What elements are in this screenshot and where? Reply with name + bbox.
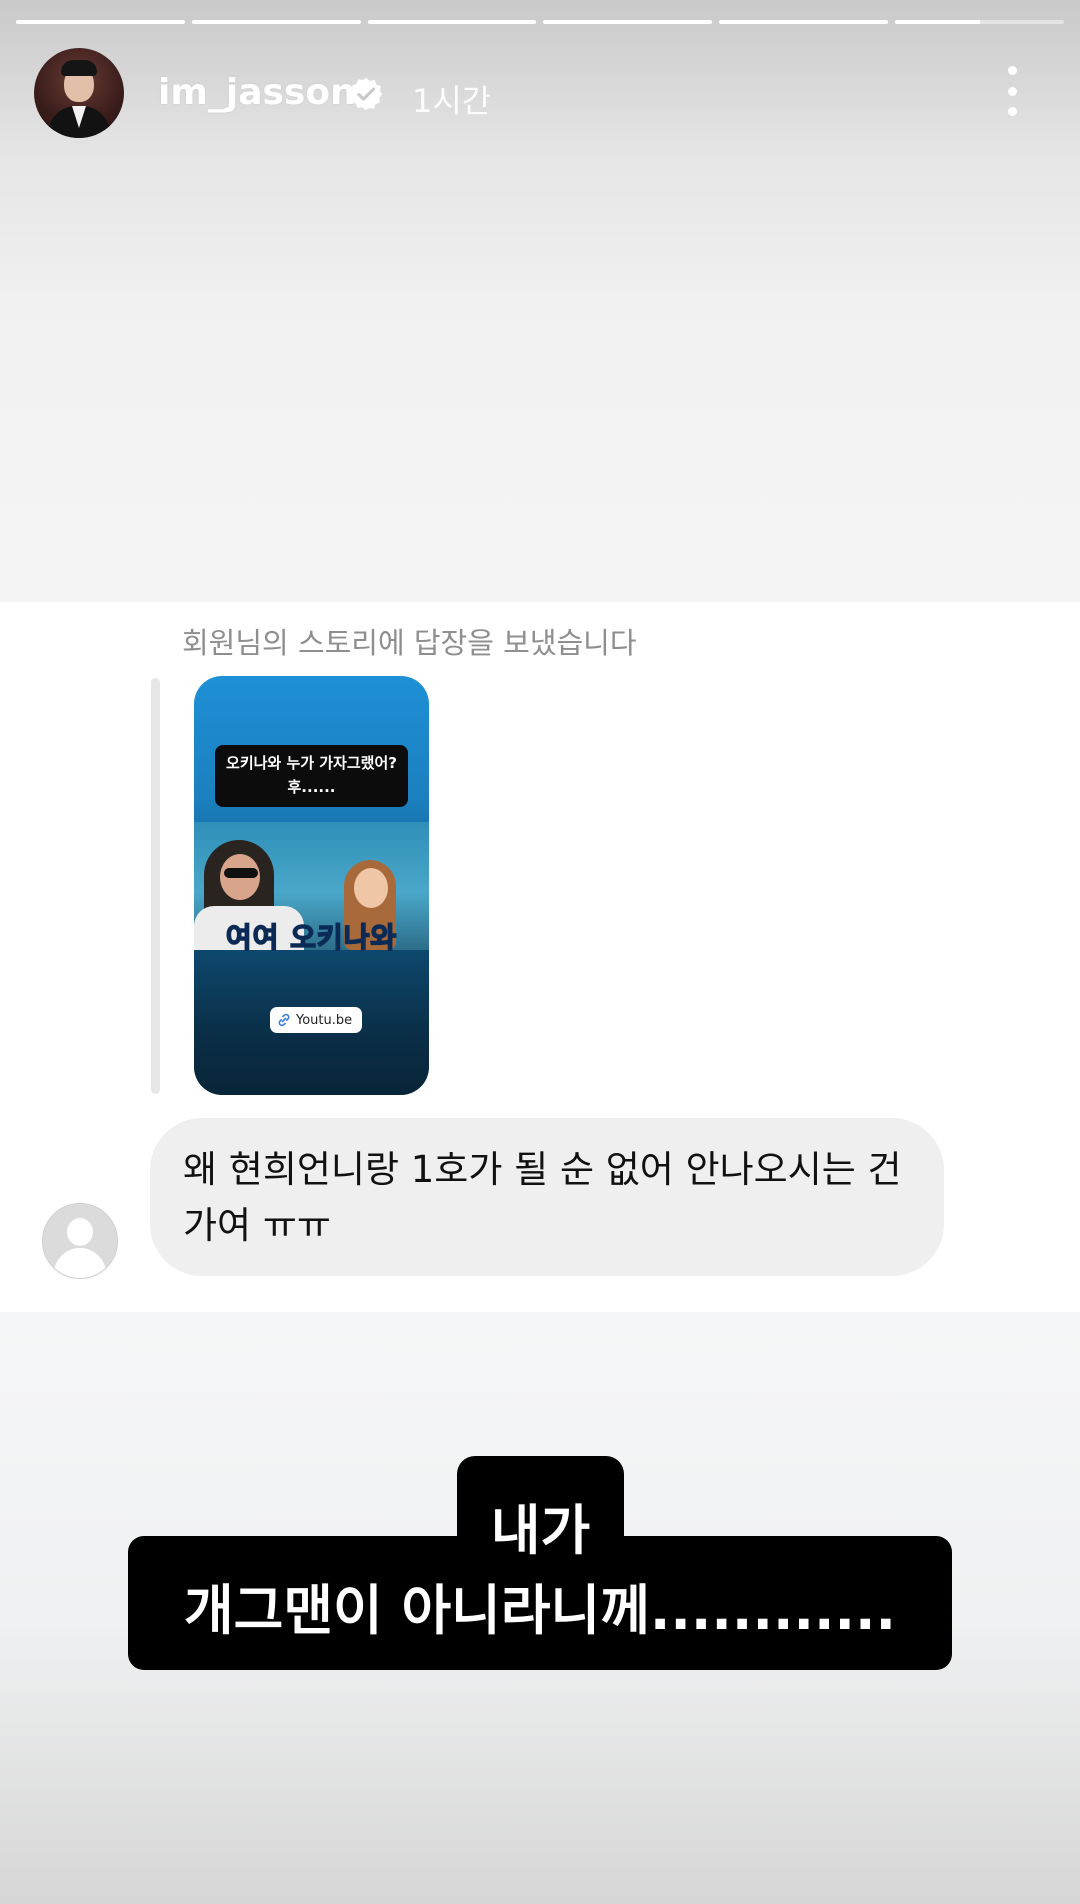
- link-label: Youtu.be: [296, 1012, 353, 1028]
- caption-line-2: 개그맨이 아니라니께............: [183, 1579, 897, 1642]
- message-text: 왜 현희언니랑 1호가 될 순 없어 안나오시는 건가여 ㅠㅠ: [183, 1148, 902, 1247]
- sender-avatar-placeholder: [42, 1203, 118, 1279]
- progress-segment: [191, 20, 361, 24]
- replied-story-thumbnail[interactable]: 오키나와 누가 가자그랬어? 후...... 여여 오키나와 Youtu.be: [194, 676, 429, 1095]
- story-time: 1시간: [412, 82, 492, 120]
- progress-segment: [543, 20, 713, 24]
- username[interactable]: im_jasson: [158, 72, 356, 113]
- progress-segment: [367, 20, 537, 24]
- more-vertical-icon[interactable]: [1000, 66, 1024, 116]
- story-progress-bar: [16, 20, 1064, 24]
- thumbnail-title: 여여 오키나와: [225, 920, 398, 955]
- verified-badge-icon: [349, 77, 383, 111]
- reply-notice: 회원님의 스토리에 답장을 보냈습니다: [182, 626, 637, 660]
- progress-segment-current: [895, 20, 1064, 24]
- reply-quote-bar: [151, 678, 160, 1094]
- caption-line-1: 내가: [490, 1499, 591, 1562]
- thumbnail-caption: 오키나와 누가 가자그랬어? 후......: [215, 745, 408, 807]
- link-sticker[interactable]: Youtu.be: [270, 1007, 363, 1033]
- link-icon: [278, 1013, 290, 1027]
- profile-avatar[interactable]: [34, 48, 124, 138]
- progress-segment: [719, 20, 889, 24]
- progress-segment: [16, 20, 185, 24]
